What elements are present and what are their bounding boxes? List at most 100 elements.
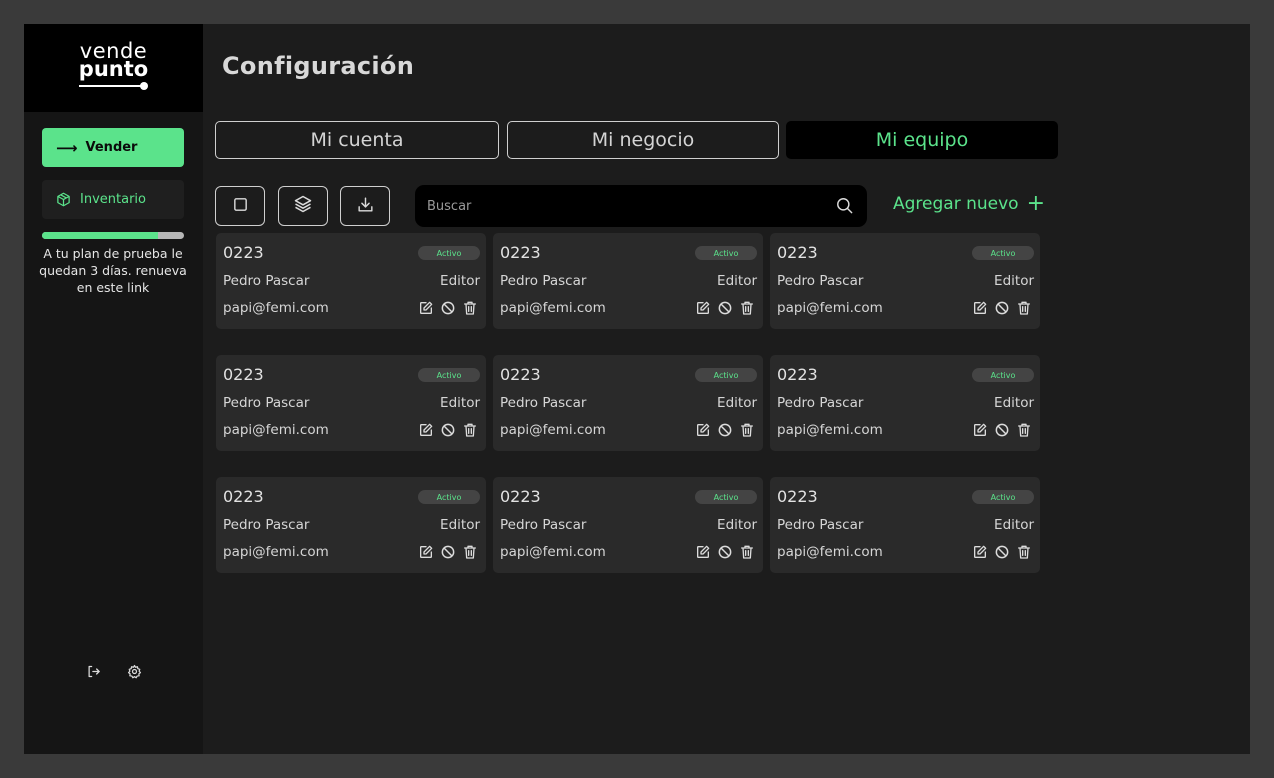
search-bar [415,185,867,227]
trash-icon[interactable] [462,300,478,316]
inventario-button[interactable]: Inventario [42,180,184,219]
member-actions [972,544,1032,560]
sidebar: vende punto ⟶ Vender Inventario A tu pla… [24,24,203,754]
member-role: Editor [717,273,757,289]
edit-icon[interactable] [972,300,988,316]
member-email: papi@femi.com [777,300,883,316]
member-card[interactable]: 0223 Activo Pedro Pascar Editor papi@fem… [493,233,763,329]
member-actions [695,300,755,316]
member-role: Editor [994,273,1034,289]
member-email: papi@femi.com [500,422,606,438]
member-email: papi@femi.com [500,300,606,316]
trash-icon[interactable] [1016,422,1032,438]
member-actions [972,300,1032,316]
member-email: papi@femi.com [777,544,883,560]
edit-icon[interactable] [695,300,711,316]
member-card[interactable]: 0223 Activo Pedro Pascar Editor papi@fem… [770,233,1040,329]
member-actions [418,422,478,438]
select-all-button[interactable] [215,186,265,226]
member-role: Editor [440,273,480,289]
download-icon [356,195,375,218]
block-icon[interactable] [994,422,1010,438]
member-card[interactable]: 0223 Activo Pedro Pascar Editor papi@fem… [493,355,763,451]
logo: vende punto [24,24,203,112]
member-code: 0223 [500,365,541,384]
member-card[interactable]: 0223 Activo Pedro Pascar Editor papi@fem… [216,233,486,329]
member-name: Pedro Pascar [223,395,310,411]
logo-underline [79,85,143,87]
block-icon[interactable] [994,300,1010,316]
trial-message[interactable]: A tu plan de prueba le quedan 3 días. re… [38,245,188,296]
edit-icon[interactable] [972,422,988,438]
trash-icon[interactable] [1016,544,1032,560]
member-card[interactable]: 0223 Activo Pedro Pascar Editor papi@fem… [216,355,486,451]
member-email: papi@femi.com [777,422,883,438]
member-card[interactable]: 0223 Activo Pedro Pascar Editor papi@fem… [770,477,1040,573]
status-badge: Activo [418,246,480,260]
block-icon[interactable] [994,544,1010,560]
arrow-right-icon: ⟶ [56,138,78,157]
member-actions [418,300,478,316]
member-role: Editor [717,517,757,533]
member-card[interactable]: 0223 Activo Pedro Pascar Editor papi@fem… [216,477,486,573]
edit-icon[interactable] [695,544,711,560]
member-actions [695,422,755,438]
member-card[interactable]: 0223 Activo Pedro Pascar Editor papi@fem… [493,477,763,573]
member-role: Editor [440,395,480,411]
member-email: papi@femi.com [223,422,329,438]
member-email: papi@femi.com [223,544,329,560]
trash-icon[interactable] [739,544,755,560]
member-role: Editor [717,395,757,411]
edit-icon[interactable] [418,544,434,560]
member-role: Editor [440,517,480,533]
block-icon[interactable] [440,544,456,560]
inventario-label: Inventario [80,192,146,207]
tab-mi-equipo[interactable]: Mi equipo [786,121,1058,159]
member-code: 0223 [223,365,264,384]
member-card[interactable]: 0223 Activo Pedro Pascar Editor papi@fem… [770,355,1040,451]
trash-icon[interactable] [1016,300,1032,316]
member-code: 0223 [223,487,264,506]
trash-icon[interactable] [739,300,755,316]
trash-icon[interactable] [462,422,478,438]
vender-button[interactable]: ⟶ Vender [42,128,184,167]
block-icon[interactable] [440,300,456,316]
member-name: Pedro Pascar [500,273,587,289]
member-name: Pedro Pascar [500,517,587,533]
edit-icon[interactable] [418,300,434,316]
member-code: 0223 [777,365,818,384]
status-badge: Activo [418,490,480,504]
status-badge: Activo [418,368,480,382]
tab-mi-cuenta[interactable]: Mi cuenta [215,121,499,159]
trash-icon[interactable] [739,422,755,438]
checkbox-icon [232,196,249,217]
app-frame: vende punto ⟶ Vender Inventario A tu pla… [24,24,1250,754]
logout-icon[interactable] [86,664,101,679]
status-badge: Activo [695,246,757,260]
edit-icon[interactable] [695,422,711,438]
block-icon[interactable] [717,422,733,438]
edit-icon[interactable] [972,544,988,560]
plus-icon: + [1026,191,1046,216]
layers-icon [293,194,313,218]
layers-button[interactable] [278,186,328,226]
vender-label: Vender [85,140,138,155]
gear-icon[interactable] [127,664,142,679]
logo-dot [140,82,148,90]
status-badge: Activo [972,246,1034,260]
search-input[interactable] [427,185,827,227]
block-icon[interactable] [717,300,733,316]
block-icon[interactable] [717,544,733,560]
trash-icon[interactable] [462,544,478,560]
status-badge: Activo [972,368,1034,382]
member-code: 0223 [500,243,541,262]
tab-mi-negocio[interactable]: Mi negocio [507,121,779,159]
trial-progress-bar [42,232,184,239]
member-code: 0223 [223,243,264,262]
download-button[interactable] [340,186,390,226]
block-icon[interactable] [440,422,456,438]
edit-icon[interactable] [418,422,434,438]
sidebar-footer [24,664,203,679]
search-icon[interactable] [835,196,854,215]
add-new-button[interactable]: Agregar nuevo + [893,191,1046,216]
